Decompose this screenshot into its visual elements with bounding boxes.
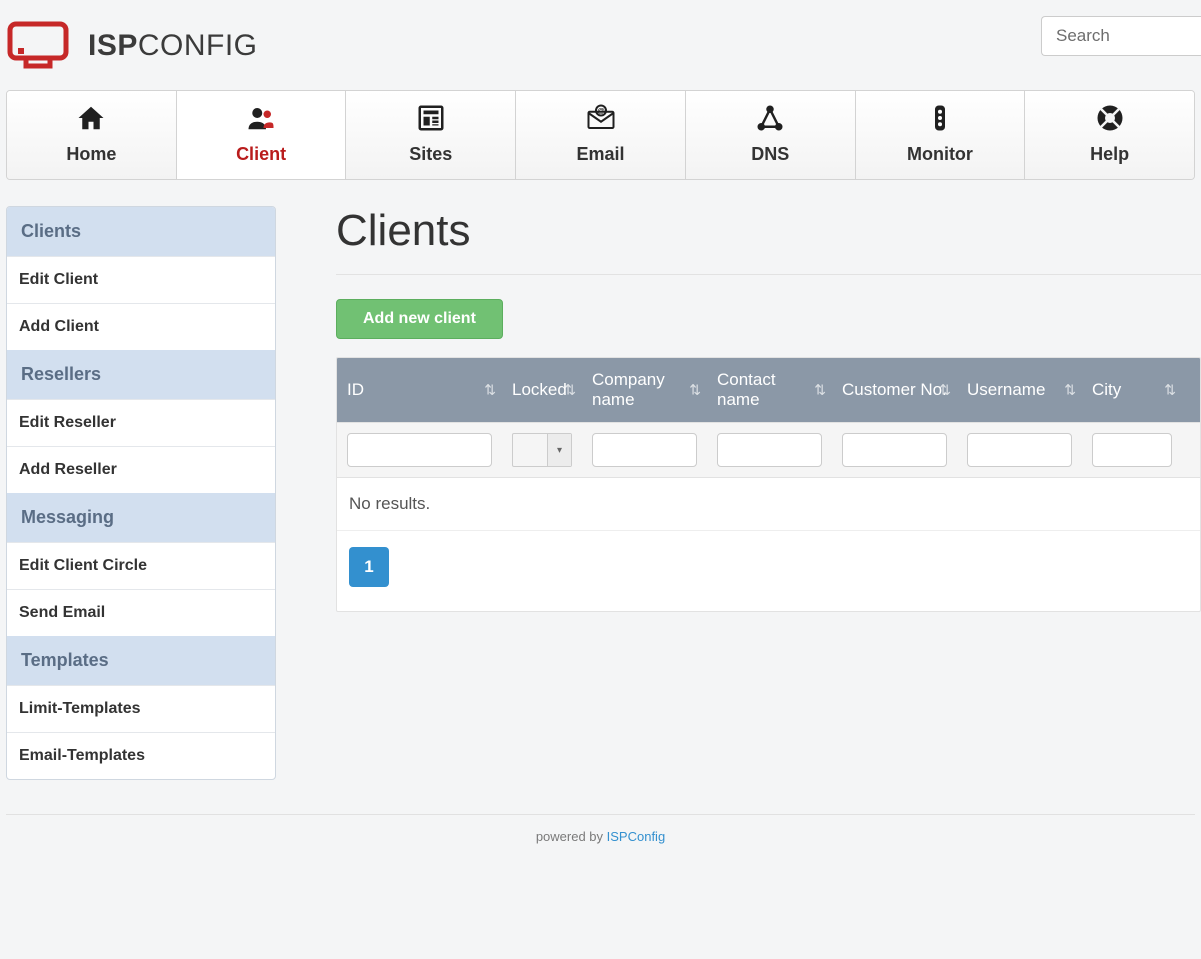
filter-company-name[interactable] <box>592 433 697 467</box>
share-nodes-icon <box>755 103 785 138</box>
divider <box>336 274 1201 275</box>
column-locked[interactable]: Locked ⇅ <box>502 358 582 422</box>
nav-label: Sites <box>409 144 452 165</box>
column-label: Company name <box>592 370 697 410</box>
column-label: City <box>1092 380 1121 400</box>
column-company-name[interactable]: Company name ⇅ <box>582 358 707 422</box>
brand-logo[interactable]: ISPCONFIG <box>6 20 258 72</box>
filter-contact-name[interactable] <box>717 433 822 467</box>
svg-text:@: @ <box>597 106 604 115</box>
filter-customer-no[interactable] <box>842 433 947 467</box>
sidebar-item-add-reseller[interactable]: Add Reseller <box>7 446 275 493</box>
filter-id[interactable] <box>347 433 492 467</box>
column-city[interactable]: City ⇅ <box>1082 358 1182 422</box>
sidebar-header-resellers: Resellers <box>7 350 275 399</box>
footer-text: powered by <box>536 829 607 844</box>
clients-table: ID ⇅ Locked ⇅ Company name ⇅ Contact nam… <box>336 357 1201 612</box>
sort-icon: ⇅ <box>564 382 576 399</box>
column-id[interactable]: ID ⇅ <box>337 358 502 422</box>
pager: 1 <box>337 530 1200 611</box>
nav-email[interactable]: @ Email <box>516 91 686 179</box>
nav-sites[interactable]: Sites <box>346 91 516 179</box>
nav-client[interactable]: Client <box>177 91 347 179</box>
sort-icon: ⇅ <box>814 382 826 399</box>
footer-link[interactable]: ISPConfig <box>607 829 666 844</box>
sort-icon: ⇅ <box>1064 382 1076 399</box>
nav-label: DNS <box>751 144 789 165</box>
sidebar-item-add-client[interactable]: Add Client <box>7 303 275 350</box>
sidebar-item-edit-client-circle[interactable]: Edit Client Circle <box>7 542 275 589</box>
search-input[interactable] <box>1041 16 1201 56</box>
sidebar-item-email-templates[interactable]: Email-Templates <box>7 732 275 779</box>
table-header-row: ID ⇅ Locked ⇅ Company name ⇅ Contact nam… <box>337 358 1200 422</box>
sidebar: Clients Edit Client Add Client Resellers… <box>6 206 276 780</box>
no-results: No results. <box>337 478 1200 530</box>
sort-icon: ⇅ <box>689 382 701 399</box>
sidebar-header-templates: Templates <box>7 636 275 685</box>
nav-home[interactable]: Home <box>7 91 177 179</box>
sidebar-header-clients: Clients <box>7 207 275 256</box>
nav-label: Email <box>577 144 625 165</box>
sidebar-item-limit-templates[interactable]: Limit-Templates <box>7 685 275 732</box>
page-1-button[interactable]: 1 <box>349 547 389 587</box>
nav-label: Home <box>66 144 116 165</box>
nav-help[interactable]: Help <box>1025 91 1194 179</box>
column-username[interactable]: Username ⇅ <box>957 358 1082 422</box>
main-nav: Home Client Sites @ Email DNS Monitor H <box>6 90 1195 180</box>
filter-username[interactable] <box>967 433 1072 467</box>
traffic-light-icon <box>925 103 955 138</box>
sidebar-item-edit-client[interactable]: Edit Client <box>7 256 275 303</box>
sidebar-item-send-email[interactable]: Send Email <box>7 589 275 636</box>
home-icon <box>76 103 106 138</box>
sort-icon: ⇅ <box>1164 382 1176 399</box>
column-label: Contact name <box>717 370 822 410</box>
email-icon: @ <box>586 103 616 138</box>
nav-monitor[interactable]: Monitor <box>856 91 1026 179</box>
table-filter-row: ▾ <box>337 422 1200 478</box>
page-title: Clients <box>336 206 1201 256</box>
sort-icon: ⇅ <box>484 382 496 399</box>
chevron-down-icon: ▾ <box>547 434 571 466</box>
nav-label: Client <box>236 144 286 165</box>
column-label: Locked <box>512 380 567 400</box>
sort-icon: ⇅ <box>939 382 951 399</box>
brand-text: ISPCONFIG <box>88 29 258 63</box>
help-ring-icon <box>1095 103 1125 138</box>
add-new-client-button[interactable]: Add new client <box>336 299 503 339</box>
footer: powered by ISPConfig <box>6 814 1195 884</box>
sidebar-item-edit-reseller[interactable]: Edit Reseller <box>7 399 275 446</box>
column-customer-no[interactable]: Customer No. ⇅ <box>832 358 957 422</box>
sidebar-header-messaging: Messaging <box>7 493 275 542</box>
newspaper-icon <box>416 103 446 138</box>
monitor-icon <box>6 20 78 72</box>
users-icon <box>246 103 276 138</box>
nav-dns[interactable]: DNS <box>686 91 856 179</box>
nav-label: Monitor <box>907 144 973 165</box>
column-contact-name[interactable]: Contact name ⇅ <box>707 358 832 422</box>
nav-label: Help <box>1090 144 1129 165</box>
column-label: ID <box>347 380 364 400</box>
filter-locked-select[interactable]: ▾ <box>512 433 572 467</box>
column-label: Customer No. <box>842 380 947 400</box>
column-label: Username <box>967 380 1045 400</box>
filter-city[interactable] <box>1092 433 1172 467</box>
